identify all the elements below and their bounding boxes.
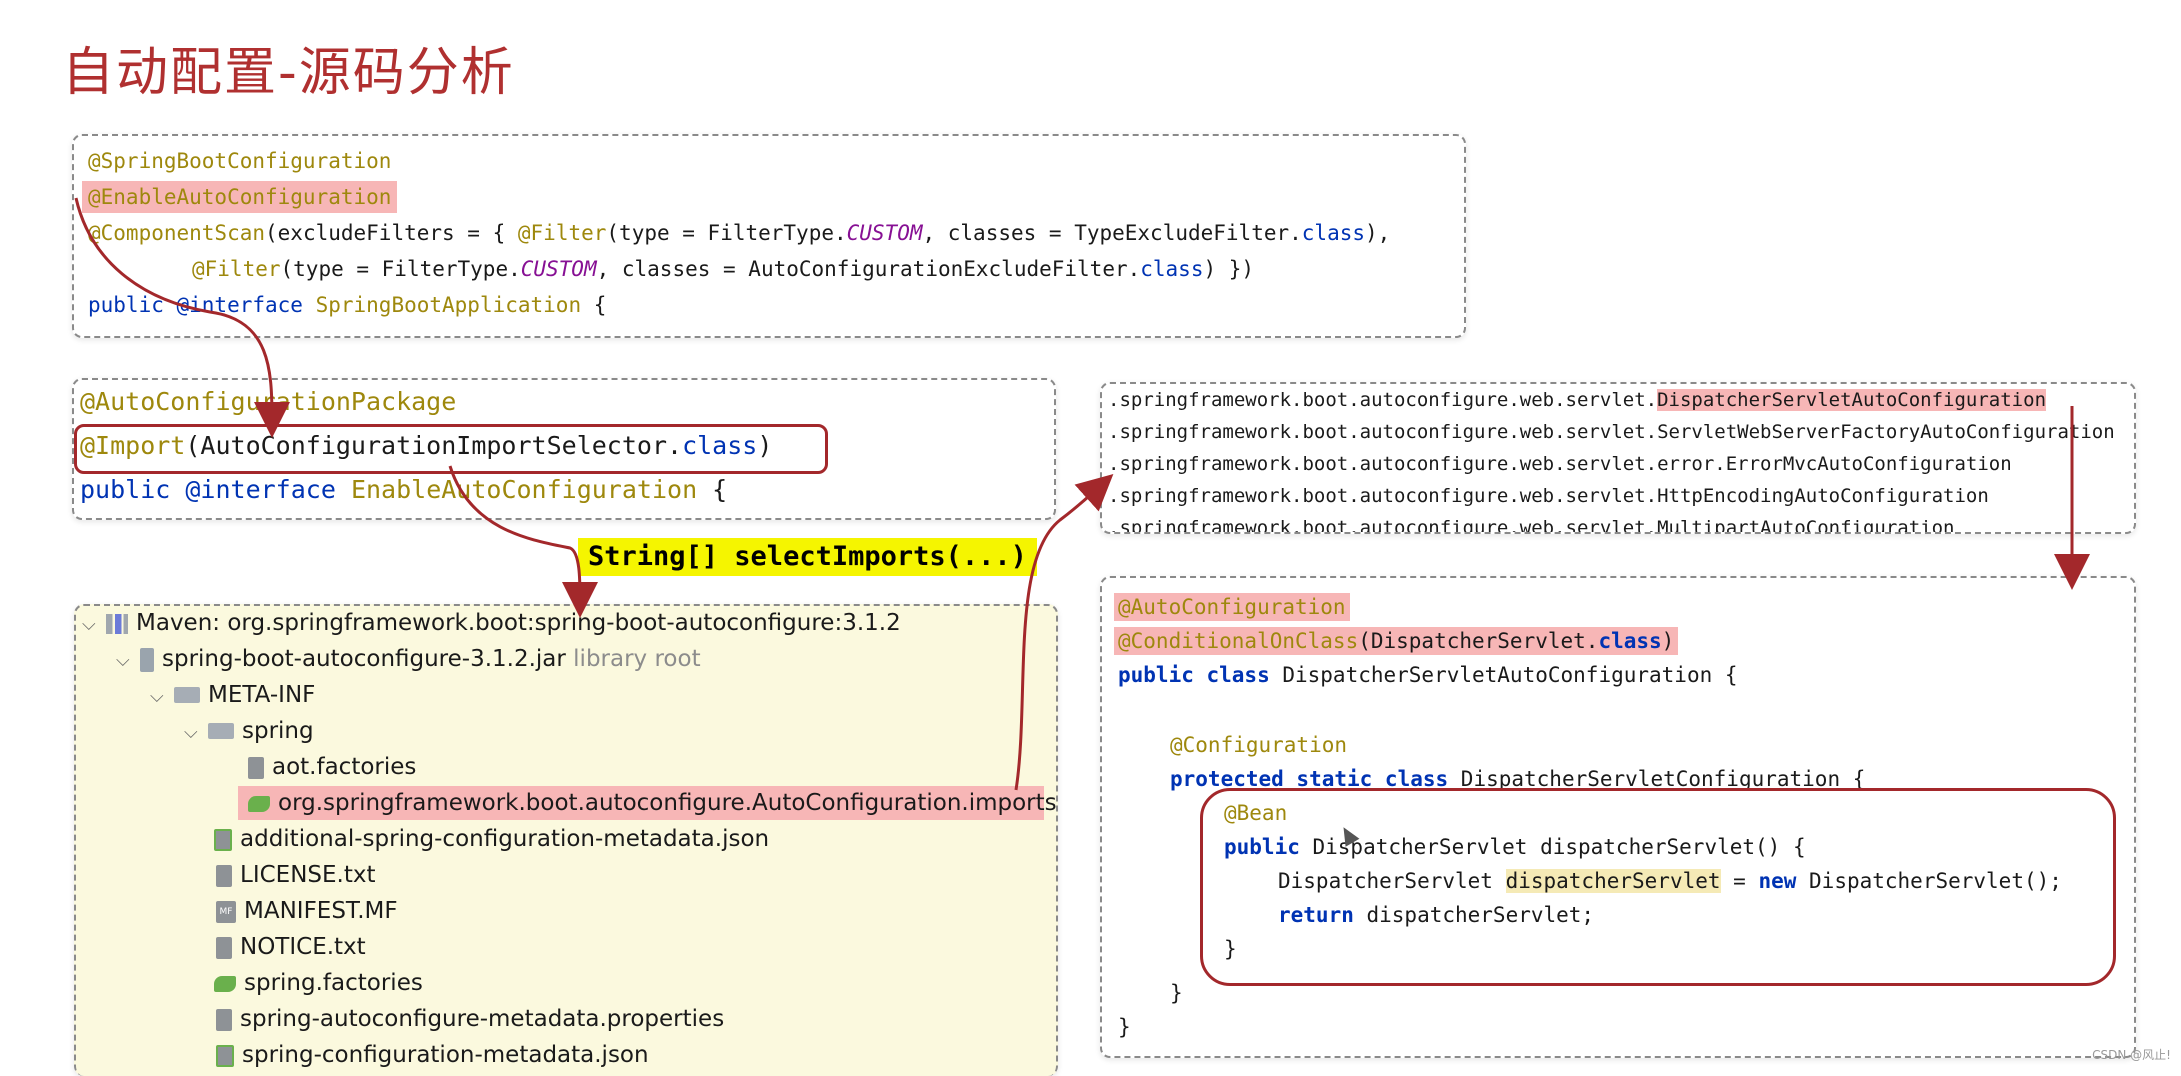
watermark: CSDN @风止! xyxy=(2092,1048,2171,1062)
flow-arrows xyxy=(74,197,2090,791)
arrow-enable-to-autoconfigpackage xyxy=(74,197,290,438)
arrow-import-to-selectimports xyxy=(448,465,598,618)
arrow-imports-file-to-list xyxy=(1014,473,1114,791)
